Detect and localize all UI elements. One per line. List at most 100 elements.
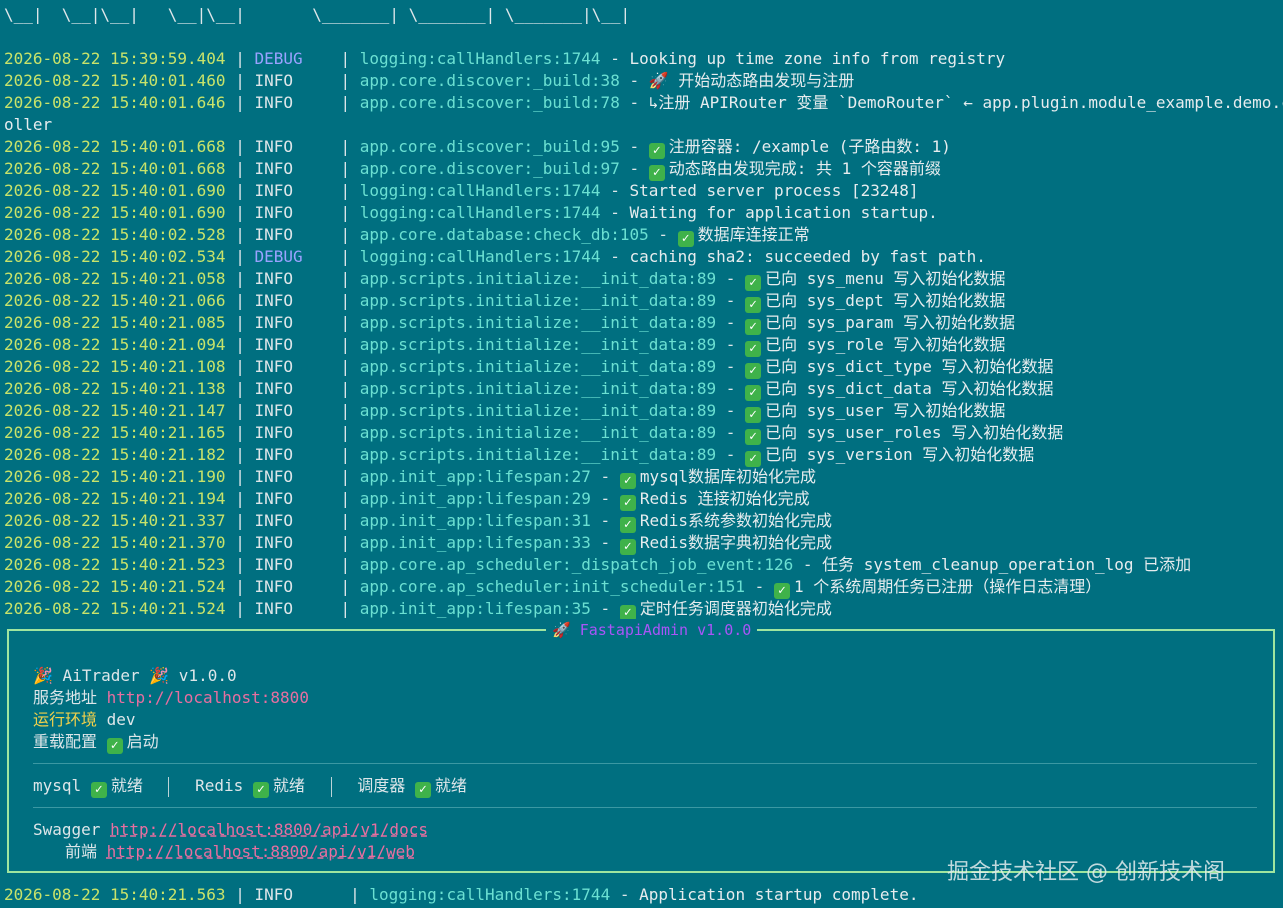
log-source: app.core.discover:_build:78 [359, 93, 620, 112]
log-level: INFO [254, 467, 293, 486]
log-timestamp: 2026-08-22 15:40:21.563 [4, 885, 226, 904]
env-line: 运行环境 dev [33, 709, 136, 731]
log-line: 2026-08-22 15:40:02.528 | INFO | app.core… [4, 225, 810, 247]
log-source: logging:callHandlers:1744 [369, 885, 611, 904]
check-icon: ✓ [677, 231, 694, 247]
log-line: 2026-08-22 15:40:01.690 | INFO | logging:… [4, 181, 919, 200]
log-message: 动态路由发现完成: 共 1 个容器前缀 [668, 159, 941, 178]
service-line: 服务地址 http://localhost:8800 [33, 687, 309, 709]
log-line: 2026-08-22 15:40:21.085 | INFO | app.scri… [4, 313, 1016, 335]
log-message: 数据库连接正常 [697, 225, 810, 244]
log-message: 任务 system_cleanup_operation_log 已添加 [822, 555, 1192, 574]
log-timestamp: 2026-08-22 15:40:02.534 [4, 247, 226, 266]
log-level: INFO [254, 181, 293, 200]
check-icon: ✓ [745, 385, 762, 401]
service-url[interactable]: http://localhost:8800 [107, 688, 309, 707]
frontend-link[interactable]: http://localhost:8800/api/v1/web [107, 842, 415, 861]
log-level: INFO [254, 489, 293, 508]
log-line: 2026-08-22 15:40:21.182 | INFO | app.scri… [4, 445, 1035, 467]
log-timestamp: 2026-08-22 15:40:21.138 [4, 379, 226, 398]
log-message: Waiting for application startup. [629, 203, 938, 222]
log-level: INFO [254, 577, 293, 596]
env-label: 运行环境 [33, 710, 98, 729]
log-message: Started server process [23248] [629, 181, 919, 200]
log-line: 2026-08-22 15:40:21.058 | INFO | app.scri… [4, 269, 1006, 291]
log-source: app.core.ap_scheduler:init_scheduler:151 [359, 577, 746, 596]
log-level: INFO [254, 291, 293, 310]
log-source: app.core.discover:_build:97 [359, 159, 620, 178]
log-message: caching sha2: succeeded by fast path. [629, 247, 986, 266]
check-icon: ✓ [414, 782, 431, 798]
log-timestamp: 2026-08-22 15:39:59.404 [4, 49, 226, 68]
log-level: INFO [254, 885, 293, 904]
log-message: 已向 sys_role 写入初始化数据 [765, 335, 1006, 354]
log-source: logging:callHandlers:1744 [359, 247, 601, 266]
log-source: logging:callHandlers:1744 [359, 49, 601, 68]
log-level: INFO [254, 423, 293, 442]
log-timestamp: 2026-08-22 15:40:21.190 [4, 467, 226, 486]
log-line: 2026-08-22 15:40:01.646 | INFO | app.core… [4, 92, 1283, 114]
log-source: logging:callHandlers:1744 [359, 203, 601, 222]
log-source: app.init_app:lifespan:35 [359, 599, 591, 618]
log-line: 2026-08-22 15:40:21.147 | INFO | app.scri… [4, 401, 1006, 423]
log-source: app.scripts.initialize:__init_data:89 [359, 379, 717, 398]
app-name-line: 🎉 AiTrader 🎉 v1.0.0 [33, 665, 237, 687]
log-message: 1 个系统周期任务已注册（操作日志清理） [793, 577, 1102, 596]
log-timestamp: 2026-08-22 15:40:21.194 [4, 489, 226, 508]
check-icon: ✓ [619, 517, 636, 533]
log-line: 2026-08-22 15:39:59.404 | DEBUG | logging… [4, 49, 1006, 68]
watermark: 掘金技术社区 @ 创新技术阁 [947, 860, 1225, 885]
log-message: 已向 sys_menu 写入初始化数据 [765, 269, 1006, 288]
log-message: Redis系统参数初始化完成 [639, 511, 832, 530]
status-scheduler-value: 就绪 [434, 776, 467, 795]
log-level: INFO [254, 71, 293, 90]
check-icon: ✓ [619, 495, 636, 511]
log-message: 定时任务调度器初始化完成 [639, 599, 832, 618]
log-timestamp: 2026-08-22 15:40:01.460 [4, 71, 226, 90]
divider [330, 776, 332, 797]
status-mysql-label: mysql [33, 776, 82, 795]
log-level: INFO [254, 203, 293, 222]
panel-title: 🚀 FastapiAdmin v1.0.0 [546, 619, 758, 641]
divider [168, 776, 170, 797]
check-icon: ✓ [90, 782, 107, 798]
check-icon: ✓ [745, 407, 762, 423]
log-level: DEBUG [254, 247, 303, 266]
check-icon: ✓ [745, 297, 762, 313]
log-line: 2026-08-22 15:40:21.165 | INFO | app.scri… [4, 423, 1064, 445]
log-message: 已向 sys_dept 写入初始化数据 [765, 291, 1006, 310]
log-message: mysql数据库初始化完成 [639, 467, 816, 486]
log-source: app.init_app:lifespan:31 [359, 511, 591, 530]
log-level: INFO [254, 225, 293, 244]
log-message: Redis数据字典初始化完成 [639, 533, 832, 552]
log-level: INFO [254, 599, 293, 618]
log-source: app.scripts.initialize:__init_data:89 [359, 269, 717, 288]
log-message: 已向 sys_dict_type 写入初始化数据 [765, 357, 1054, 376]
check-icon: ✓ [648, 143, 665, 159]
log-timestamp: 2026-08-22 15:40:21.094 [4, 335, 226, 354]
log-source: app.scripts.initialize:__init_data:89 [359, 445, 717, 464]
check-icon: ✓ [745, 429, 762, 445]
log-message: Looking up time zone info from registry [629, 49, 1006, 68]
log-level: INFO [254, 159, 293, 178]
log-source: app.scripts.initialize:__init_data:89 [359, 357, 717, 376]
reload-line: 重载配置 ✓ 启动 [33, 731, 159, 754]
log-level: INFO [254, 93, 293, 112]
log-message: oller [4, 115, 53, 134]
check-icon: ✓ [252, 782, 269, 798]
log-timestamp: 2026-08-22 15:40:21.370 [4, 533, 226, 552]
status-mysql-value: 就绪 [110, 776, 143, 795]
status-redis-label: Redis [195, 776, 244, 795]
log-timestamp: 2026-08-22 15:40:01.690 [4, 203, 226, 222]
reload-label: 重载配置 [33, 732, 98, 751]
log-line: 2026-08-22 15:40:21.194 | INFO | app.init… [4, 489, 810, 511]
status-scheduler-label: 调度器 [357, 776, 406, 795]
log-source: app.init_app:lifespan:29 [359, 489, 591, 508]
log-timestamp: 2026-08-22 15:40:21.337 [4, 511, 226, 530]
log-source: app.core.database:check_db:105 [359, 225, 649, 244]
log-line: 2026-08-22 15:40:21.066 | INFO | app.scri… [4, 291, 1006, 313]
swagger-link[interactable]: http://localhost:8800/api/v1/docs [110, 820, 428, 839]
log-source: app.scripts.initialize:__init_data:89 [359, 401, 717, 420]
log-level: INFO [254, 335, 293, 354]
service-label: 服务地址 [33, 688, 98, 707]
